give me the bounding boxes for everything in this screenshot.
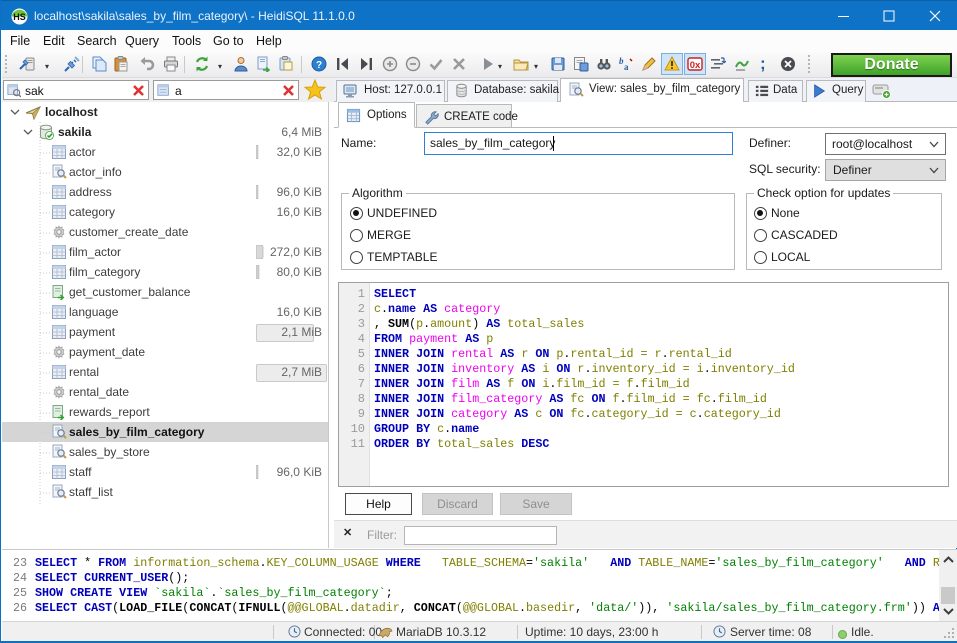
- svg-text:HS: HS: [13, 12, 26, 22]
- svg-text:0x: 0x: [690, 60, 701, 71]
- svg-text:?: ?: [316, 60, 322, 71]
- svg-text:a: a: [624, 62, 629, 72]
